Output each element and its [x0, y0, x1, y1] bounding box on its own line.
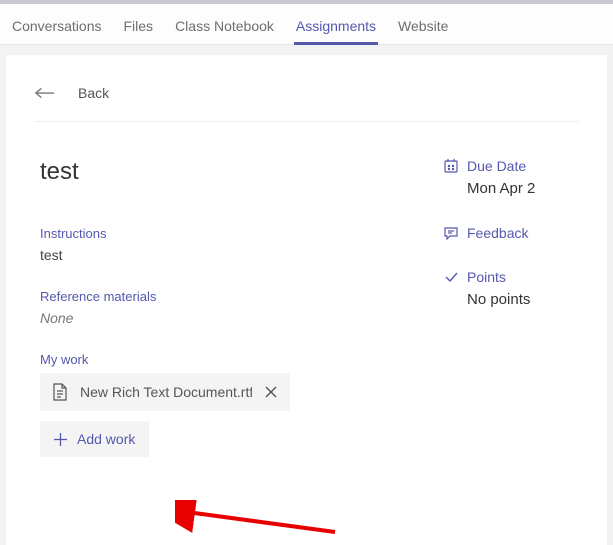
left-column: test Instructions test Reference materia…: [40, 158, 407, 457]
due-date-label: Due Date: [467, 158, 526, 174]
reference-body: None: [40, 310, 407, 326]
tab-assignments[interactable]: Assignments: [294, 12, 378, 44]
attached-file-chip[interactable]: New Rich Text Document.rtf: [40, 373, 290, 411]
calendar-icon: [443, 158, 459, 174]
feedback-block[interactable]: Feedback: [443, 225, 573, 241]
back-label[interactable]: Back: [78, 85, 109, 101]
feedback-header: Feedback: [443, 225, 573, 241]
back-row: Back: [34, 79, 579, 122]
feedback-icon: [443, 225, 459, 241]
feedback-label: Feedback: [467, 225, 528, 241]
tab-conversations[interactable]: Conversations: [10, 12, 104, 44]
points-block: Points No points: [443, 269, 573, 308]
checkmark-icon: [443, 269, 459, 285]
tab-website[interactable]: Website: [396, 12, 450, 44]
back-arrow-icon[interactable]: [34, 87, 56, 99]
points-value: No points: [443, 291, 573, 308]
due-date-header: Due Date: [443, 158, 573, 174]
channel-tabs: Conversations Files Class Notebook Assig…: [0, 4, 613, 45]
instructions-body: test: [40, 247, 407, 263]
add-work-button[interactable]: Add work: [40, 421, 149, 457]
assignment-title: test: [40, 158, 407, 186]
mywork-heading: My work: [40, 352, 407, 367]
plus-icon: [54, 433, 67, 446]
due-date-value: Mon Apr 2: [443, 180, 573, 197]
instructions-heading: Instructions: [40, 226, 407, 241]
main-grid: test Instructions test Reference materia…: [34, 158, 579, 457]
points-label: Points: [467, 269, 506, 285]
assignment-panel: Back test Instructions test Reference ma…: [6, 55, 607, 545]
document-icon: [52, 383, 68, 401]
points-header: Points: [443, 269, 573, 285]
remove-file-icon[interactable]: [264, 385, 278, 399]
reference-heading: Reference materials: [40, 289, 407, 304]
right-column: Due Date Mon Apr 2 Feedback: [443, 158, 573, 457]
tab-files[interactable]: Files: [122, 12, 156, 44]
attached-file-name: New Rich Text Document.rtf: [80, 384, 252, 400]
add-work-label: Add work: [77, 431, 135, 447]
panel-gap: [0, 45, 613, 55]
due-date-block: Due Date Mon Apr 2: [443, 158, 573, 197]
tab-class-notebook[interactable]: Class Notebook: [173, 12, 276, 44]
